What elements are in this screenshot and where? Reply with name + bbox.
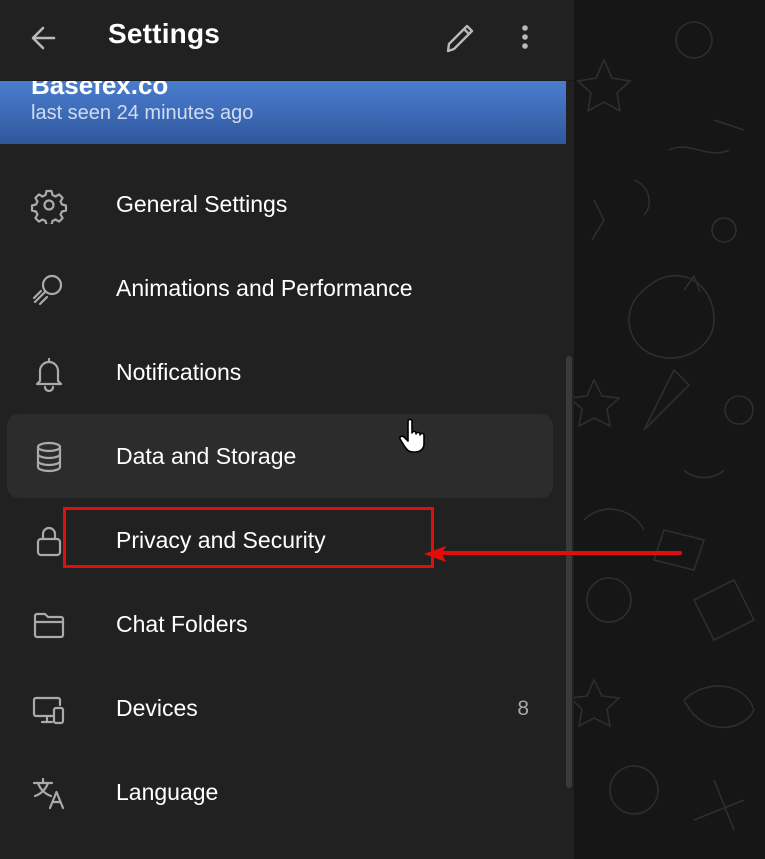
edit-button[interactable] [440,18,480,58]
animations-icon [32,274,63,306]
menu-item-label: Notifications [116,359,242,385]
profile-header[interactable]: Basefex.co last seen 24 minutes ago [0,78,566,144]
more-options-button[interactable] [506,18,544,58]
menu-item-label: Language [116,779,219,805]
back-button[interactable] [22,18,66,58]
menu-item-chat-folders[interactable]: Chat Folders [0,582,566,666]
menu-item-label: Devices [116,695,198,721]
more-vertical-icon [522,25,528,49]
annotation-arrow [424,546,682,562]
settings-panel: Settings Basefex.co last seen 24 minutes… [0,0,574,859]
menu-item-label: Chat Folders [116,611,248,637]
menu-item-label: General Settings [116,191,288,217]
pencil-icon [446,24,474,53]
chat-background [574,0,765,859]
menu-item-label: Animations and Performance [116,275,413,301]
bell-icon [35,357,63,392]
hand-cursor-icon [399,418,425,453]
settings-menu: General Settings Animations and Performa… [0,162,566,834]
translate-icon [32,777,65,810]
page-title: Settings [108,18,221,49]
doodle-pattern [574,21,756,831]
database-icon [36,441,62,473]
menu-item-data-storage[interactable]: Data and Storage [7,414,553,498]
menu-item-language[interactable]: Language [0,750,566,834]
scrollbar[interactable] [566,356,572,788]
profile-name: Basefex.co [31,78,169,100]
folder-icon [33,612,65,639]
profile-status: last seen 24 minutes ago [31,102,254,124]
menu-item-label: Data and Storage [116,443,297,469]
menu-item-devices[interactable]: Devices 8 [0,666,566,750]
header: Settings [0,0,574,81]
gear-icon [30,189,68,224]
arrow-left-icon [31,26,56,50]
menu-item-notifications[interactable]: Notifications [0,330,566,414]
lock-icon [36,526,62,557]
devices-icon [32,696,65,725]
menu-item-animations[interactable]: Animations and Performance [0,246,566,330]
menu-item-label: Privacy and Security [116,527,326,553]
menu-item-general-settings[interactable]: General Settings [0,162,566,246]
devices-count: 8 [517,697,529,720]
